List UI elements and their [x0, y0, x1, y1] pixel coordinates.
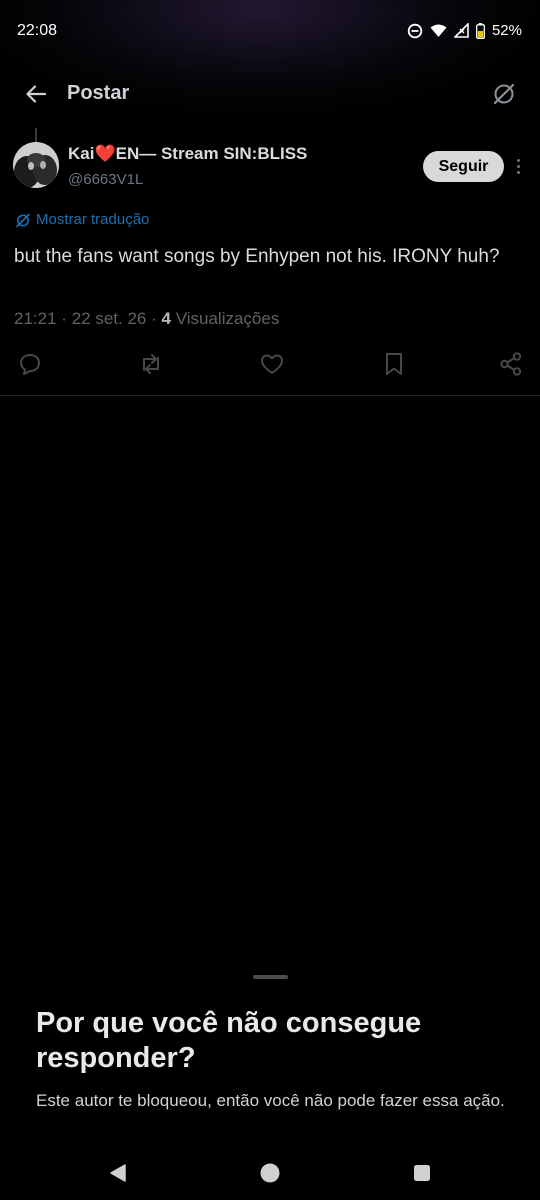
page-title: Postar [67, 82, 130, 104]
home-circle-icon [260, 1163, 280, 1183]
post-header: Postar [0, 72, 540, 116]
post-time[interactable]: 21:21 [14, 309, 57, 328]
system-nav-bar [0, 1150, 540, 1200]
translate-icon [16, 213, 30, 227]
share-button[interactable] [497, 350, 525, 378]
sheet-body: Este autor te bloqueou, então você não p… [36, 1091, 505, 1110]
more-options-button[interactable] [511, 154, 525, 178]
follow-button[interactable]: Seguir [423, 151, 504, 182]
translate-label: Mostrar tradução [36, 211, 150, 228]
avatar[interactable] [13, 142, 59, 188]
share-icon [500, 352, 522, 376]
show-translation-link[interactable]: Mostrar tradução [15, 211, 149, 228]
post-text: but the fans want songs by Enhypen not h… [14, 246, 500, 267]
do-not-disturb-icon [407, 23, 423, 39]
screen: 22:08 52% Postar Kai❤️EN— Stream SIN:BLI… [0, 0, 540, 1200]
dot [516, 164, 520, 168]
wifi-icon [430, 24, 447, 38]
nav-home-button[interactable] [259, 1162, 281, 1184]
thread-line [35, 128, 37, 142]
nav-back-button[interactable] [107, 1162, 129, 1184]
battery-icon [476, 22, 485, 39]
author-display-name[interactable]: Kai❤️EN— Stream SIN:BLISS [68, 144, 307, 164]
sheet-drag-handle[interactable] [253, 975, 288, 979]
dot [516, 158, 520, 162]
back-triangle-icon [110, 1164, 126, 1182]
like-icon [261, 354, 283, 374]
nav-recents-button[interactable] [411, 1162, 433, 1184]
arrow-left-icon [26, 85, 47, 103]
reply-icon [20, 354, 40, 375]
bookmark-icon [386, 353, 402, 375]
back-button[interactable] [22, 80, 50, 108]
post-actions [0, 350, 540, 380]
status-icons: 52% [407, 22, 522, 39]
battery-percent: 52% [491, 22, 522, 39]
grok-icon [493, 83, 515, 105]
views-label[interactable]: Visualizações [176, 309, 280, 328]
sheet-title: Por que você não consegue responder? [36, 1007, 422, 1074]
bookmark-button[interactable] [380, 350, 408, 378]
repost-icon [143, 354, 159, 374]
status-time: 22:08 [17, 22, 58, 39]
cell-signal-icon [453, 23, 469, 38]
author-handle[interactable]: @6663V1L [68, 171, 143, 188]
meta-separator: · [151, 309, 157, 328]
repost-button[interactable] [137, 350, 165, 378]
grok-button[interactable] [490, 80, 518, 108]
meta-separator: · [61, 309, 67, 328]
divider [0, 395, 540, 396]
dot [516, 170, 520, 174]
recents-square-icon [414, 1165, 430, 1181]
views-count[interactable]: 4 [162, 309, 171, 328]
like-button[interactable] [258, 350, 286, 378]
reply-button[interactable] [16, 350, 44, 378]
status-bar: 22:08 52% [0, 0, 540, 66]
post-meta: 21:21 · 22 set. 26 · 4 Visualizações [14, 309, 279, 329]
post-date[interactable]: 22 set. 26 [72, 309, 147, 328]
